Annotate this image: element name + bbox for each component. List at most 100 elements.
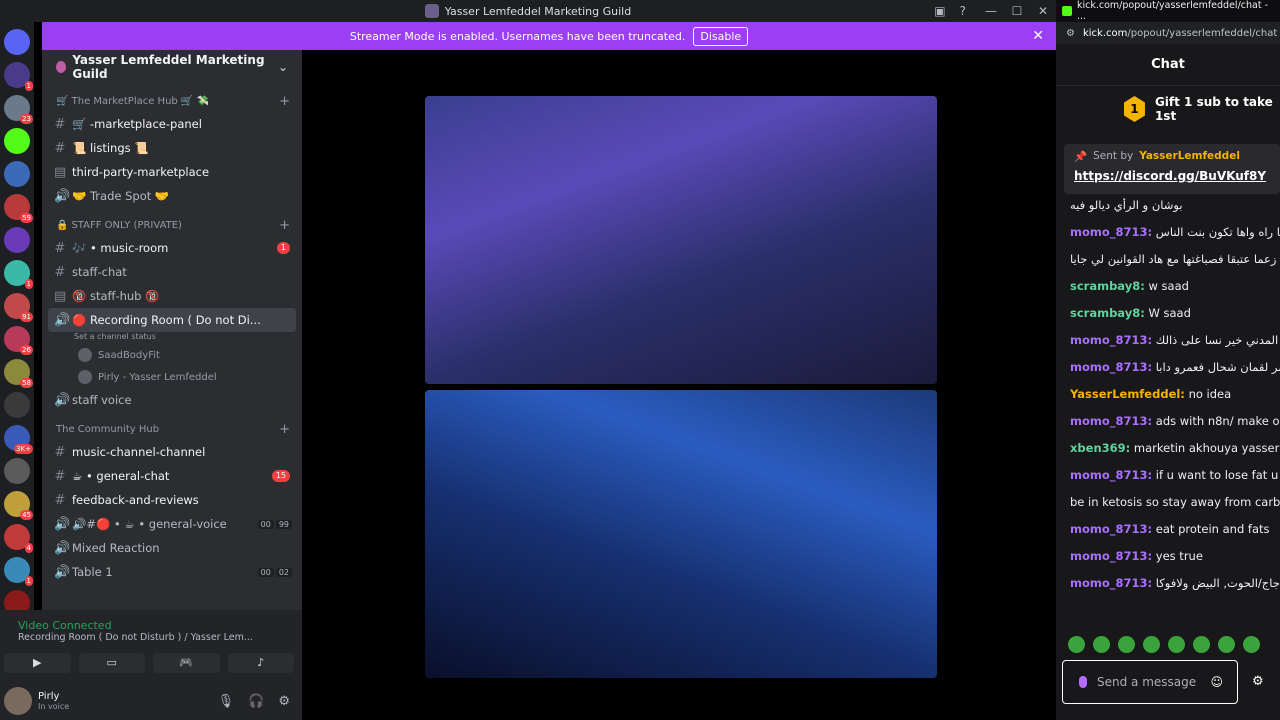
channel-staff-voice[interactable]: 🔊 staff voice (42, 388, 302, 412)
site-settings-icon[interactable]: ⚙ (1066, 28, 1075, 39)
close-button[interactable]: ✕ (1030, 4, 1056, 18)
server-icon[interactable] (4, 392, 30, 418)
server-icon[interactable]: 3K+ (4, 425, 33, 454)
channel-label: staff-chat (72, 265, 127, 279)
gear-icon[interactable]: ⚙ (278, 694, 290, 709)
headphones-icon[interactable]: 🎧 (248, 694, 264, 709)
server-icon[interactable]: 26 (4, 326, 33, 355)
channel-music-channel[interactable]: # music-channel-channel (42, 440, 302, 464)
channel-general-voice[interactable]: 🔊 🔊#🔴 • ☕ • general-voice 00 99 (42, 512, 302, 536)
url-path: /popout/yasserlemfeddel/chat (1127, 27, 1278, 39)
chat-username[interactable]: momo_8713: (1070, 468, 1152, 482)
chat-input[interactable]: Send a message ☺ (1062, 660, 1238, 704)
video-tile-1[interactable] (425, 96, 937, 384)
minimize-button[interactable]: — (978, 4, 1004, 18)
voice-room[interactable]: Recording Room ( Do not Disturb ) / Yass… (0, 632, 302, 643)
emote-icon[interactable] (1193, 636, 1210, 653)
soundboard-button[interactable]: ♪ (227, 653, 294, 673)
emote-icon[interactable] (1243, 636, 1260, 653)
chat-username[interactable]: momo_8713: (1070, 576, 1152, 590)
chat-text: ؟؟ تا راه واها تكون بنت الناس🥲 (1155, 225, 1280, 239)
browser-tab[interactable]: kick.com/popout/yasserlemfeddel/chat - .… (1056, 0, 1280, 22)
activity-button[interactable]: 🎮 (153, 653, 220, 673)
server-icon[interactable]: 1 (4, 557, 33, 586)
server-icon[interactable] (4, 161, 30, 187)
voice-status[interactable]: Video Connected (0, 610, 302, 632)
channel-staff-hub[interactable]: ▤ 🔞 staff-hub 🔞 (42, 284, 302, 308)
url-bar[interactable]: ⚙ kick.com/popout/yasserlemfeddel/chat (1056, 22, 1280, 44)
server-icon[interactable]: 1 (4, 260, 33, 289)
gift-sub-banner[interactable]: 1 Gift 1 sub to take 1st (1056, 86, 1280, 132)
channel-listings[interactable]: # 📜 listings 📜 (42, 136, 302, 160)
chat-username[interactable]: momo_8713: (1070, 333, 1152, 347)
channel-third-party[interactable]: ▤ third-party-marketplace (42, 160, 302, 184)
emote-bar (1068, 636, 1260, 653)
emote-icon[interactable] (1143, 636, 1160, 653)
channel-general-chat[interactable]: # ☕ • general-chat 15 (42, 464, 302, 488)
category-staff[interactable]: 🔒 STAFF ONLY (PRIVATE) + (42, 214, 302, 236)
screen-share-button[interactable]: ▭ (78, 653, 145, 673)
chat-username[interactable]: momo_8713: (1070, 360, 1152, 374)
server-icon[interactable] (4, 29, 30, 55)
guild-header[interactable]: Yasser Lemfeddel Marketing Guild ⌄ (42, 50, 302, 84)
chat-username[interactable]: xben369: (1070, 441, 1130, 455)
server-icon[interactable] (4, 227, 30, 253)
channel-staff-chat[interactable]: # staff-chat (42, 260, 302, 284)
emoji-icon[interactable]: ☺ (1210, 675, 1223, 689)
chat-username[interactable]: momo_8713: (1070, 414, 1152, 428)
help-icon[interactable]: ? (960, 4, 966, 18)
emote-icon[interactable] (1068, 636, 1085, 653)
emote-icon[interactable] (1118, 636, 1135, 653)
video-tile-2[interactable] (425, 390, 937, 678)
set-channel-status[interactable]: Set a channel status (42, 332, 302, 344)
category-marketplace[interactable]: 🛒 The MarketPlace Hub 🛒 💸 + (42, 90, 302, 112)
avatar[interactable] (4, 687, 32, 715)
channel-table-1[interactable]: 🔊 Table 1 00 02 (42, 560, 302, 584)
gear-icon[interactable]: ⚙ (1252, 674, 1264, 689)
chat-message: xben369: marketin akhouya yasser (1070, 441, 1280, 455)
voice-user[interactable]: SaadBodyFit (42, 344, 302, 366)
server-icon[interactable]: 4 (4, 524, 33, 553)
channel-music-room[interactable]: # 🎶 • music-room 1 (42, 236, 302, 260)
inbox-icon[interactable]: ▣ (934, 4, 945, 18)
chat-username[interactable]: momo_8713: (1070, 225, 1152, 239)
chat-text: W saad (1148, 306, 1191, 320)
pinned-link[interactable]: https://discord.gg/BuVKuf8Y (1074, 169, 1270, 183)
pinned-user[interactable]: YasserLemfeddel (1139, 150, 1240, 163)
mic-icon[interactable]: 🎙 (218, 694, 235, 709)
chat-username[interactable]: scrambay8: (1070, 306, 1145, 320)
plus-icon[interactable]: + (279, 422, 290, 437)
plus-icon[interactable]: + (279, 94, 290, 109)
chat-username[interactable]: YasserLemfeddel: (1070, 387, 1185, 401)
channel-marketplace-panel[interactable]: # 🛒 -marketplace-panel (42, 112, 302, 136)
maximize-button[interactable]: ☐ (1004, 4, 1030, 18)
server-icon[interactable]: 59 (4, 194, 33, 223)
channel-mixed-reaction[interactable]: 🔊 Mixed Reaction (42, 536, 302, 560)
chat-username[interactable]: momo_8713: (1070, 522, 1152, 536)
server-icon[interactable]: 45 (4, 491, 33, 520)
channel-label: 🔴 Recording Room ( Do not Di... (72, 313, 261, 327)
category-label: The Community Hub (56, 423, 160, 435)
server-icon[interactable]: 1 (4, 62, 33, 91)
server-icon[interactable]: 23 (4, 95, 33, 124)
server-icon[interactable] (4, 128, 30, 154)
plus-icon[interactable]: + (279, 218, 290, 233)
emote-icon[interactable] (1168, 636, 1185, 653)
server-icon[interactable] (4, 458, 30, 484)
category-community[interactable]: The Community Hub + (42, 418, 302, 440)
channel-trade-spot[interactable]: 🔊 🤝 Trade Spot 🤝 (42, 184, 302, 208)
guild-name: Yasser Lemfeddel Marketing Guild (72, 53, 265, 81)
server-icon[interactable]: 91 (4, 293, 33, 322)
chat-username[interactable]: scrambay8: (1070, 279, 1145, 293)
emote-icon[interactable] (1218, 636, 1235, 653)
emote-icon[interactable] (1093, 636, 1110, 653)
close-icon[interactable]: ✕ (1032, 28, 1044, 44)
camera-button[interactable]: ▶ (4, 653, 71, 673)
chat-username[interactable]: momo_8713: (1070, 549, 1152, 563)
voice-user-name: Pirly - Yasser Lemfeddel (98, 371, 217, 383)
channel-feedback[interactable]: # feedback-and-reviews (42, 488, 302, 512)
disable-button[interactable]: Disable (693, 26, 749, 46)
voice-user[interactable]: Pirly - Yasser Lemfeddel (42, 366, 302, 388)
channel-recording-room[interactable]: 🔊 🔴 Recording Room ( Do not Di... (48, 308, 296, 332)
server-icon[interactable]: 58 (4, 359, 33, 388)
